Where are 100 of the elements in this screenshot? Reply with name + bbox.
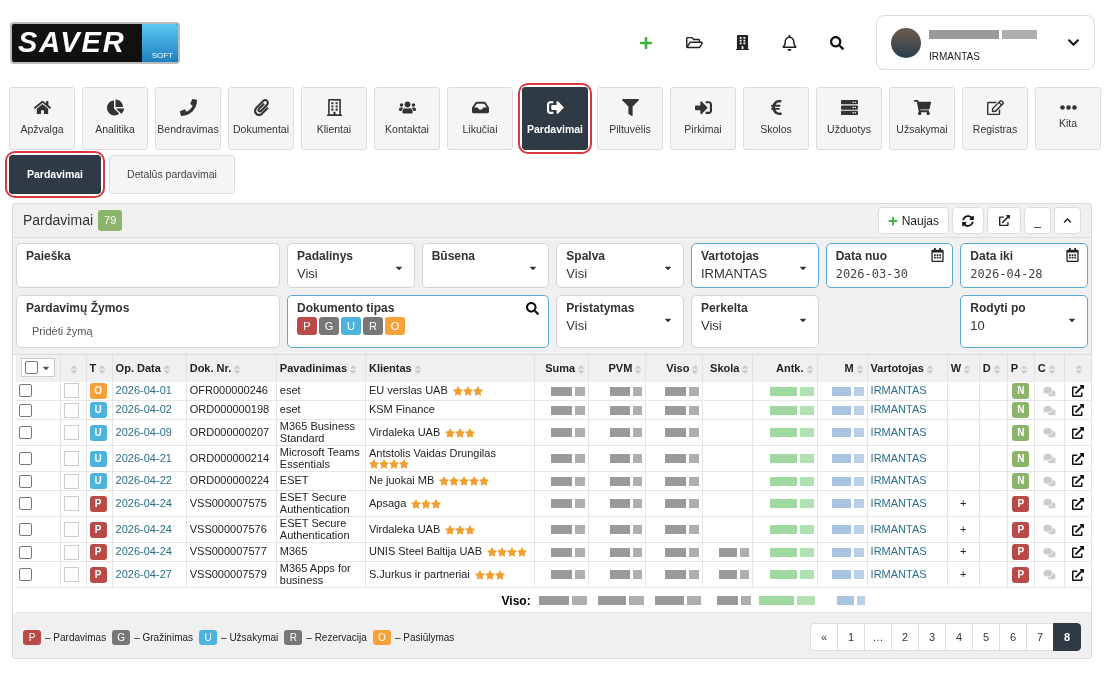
external-link-icon[interactable] [1071, 497, 1084, 510]
filter-field[interactable]: Padalinys Visi [287, 243, 415, 288]
nav-tab[interactable]: Kontaktai [374, 87, 440, 150]
page-link[interactable]: 4 [945, 623, 973, 651]
checkbox[interactable] [19, 426, 32, 439]
column-header[interactable]: D [982, 362, 991, 374]
user-link[interactable]: IRMANTAS [870, 451, 927, 464]
nav-tab[interactable]: Piltuvėlis [597, 87, 663, 150]
date-link[interactable]: 2026-04-24 [115, 522, 172, 535]
collapse-button[interactable] [1054, 207, 1081, 234]
user-link[interactable]: IRMANTAS [870, 425, 927, 438]
sort-icon[interactable] [1020, 363, 1029, 375]
column-header[interactable]: C [1037, 362, 1046, 374]
checkbox[interactable] [24, 361, 38, 374]
user-link[interactable]: IRMANTAS [870, 474, 927, 487]
search-icon[interactable] [526, 302, 540, 315]
sort-icon[interactable] [349, 363, 358, 375]
external-link-icon[interactable] [1071, 426, 1084, 439]
refresh-button[interactable] [952, 207, 984, 234]
checkbox[interactable] [63, 473, 79, 489]
column-header[interactable]: Antk. [776, 362, 804, 374]
sub-tab[interactable]: Pardavimai [9, 155, 102, 194]
comments-icon[interactable] [1042, 453, 1056, 465]
chevron-down-icon[interactable] [1067, 36, 1080, 49]
sort-icon[interactable] [925, 363, 934, 375]
external-link-icon[interactable] [1071, 546, 1084, 559]
external-link-icon[interactable] [1071, 404, 1084, 417]
sort-icon[interactable] [634, 363, 643, 375]
sort-icon[interactable] [233, 363, 242, 375]
document-type-badge[interactable]: P [297, 317, 317, 335]
checkbox[interactable] [63, 383, 79, 399]
nav-tab[interactable]: Likučiai [447, 87, 513, 150]
building-icon[interactable] [736, 34, 749, 51]
nav-tab[interactable]: Pirkimai [670, 87, 736, 150]
checkbox[interactable] [63, 544, 79, 560]
page-link[interactable]: 7 [1026, 623, 1054, 651]
sort-icon[interactable] [741, 363, 750, 375]
column-header[interactable]: Suma [545, 362, 576, 374]
page-link[interactable]: 2 [891, 623, 919, 651]
tag-placeholder[interactable]: Pridėti žymą [32, 323, 93, 340]
sort-icon[interactable] [98, 363, 107, 375]
filter-field[interactable]: Data nuo 2026-03-30 [825, 243, 954, 288]
comments-icon[interactable] [1042, 498, 1056, 510]
user-link[interactable]: IRMANTAS [870, 384, 927, 396]
open-external-button[interactable] [987, 207, 1021, 234]
filter-field[interactable]: Rodyti po 10 [960, 295, 1088, 348]
sort-icon[interactable] [805, 363, 814, 375]
user-link[interactable]: IRMANTAS [870, 522, 927, 535]
nav-tab[interactable]: Dokumentai [228, 87, 294, 150]
external-link-icon[interactable] [1071, 568, 1084, 581]
sort-icon[interactable] [992, 363, 1001, 375]
user-link[interactable]: IRMANTAS [870, 545, 927, 558]
comments-icon[interactable] [1042, 385, 1056, 397]
search-icon[interactable] [830, 35, 844, 50]
nav-tab[interactable]: Klientai [301, 87, 367, 150]
checkbox[interactable] [19, 403, 32, 417]
nav-tab[interactable]: Analitika [82, 87, 148, 150]
page-link[interactable]: 8 [1053, 623, 1081, 651]
sort-icon[interactable] [1074, 363, 1083, 375]
filter-field[interactable]: Pardavimų Žymos Pridėti žymą [16, 295, 280, 348]
date-link[interactable]: 2026-04-27 [115, 567, 172, 580]
sort-icon[interactable] [1047, 363, 1056, 375]
date-link[interactable]: 2026-04-22 [115, 474, 172, 487]
checkbox[interactable] [63, 451, 79, 466]
comments-icon[interactable] [1042, 546, 1056, 558]
calendar-icon[interactable] [931, 248, 945, 262]
date-link[interactable]: 2026-04-24 [115, 496, 172, 509]
nav-tab[interactable]: Registras [962, 87, 1028, 150]
column-header[interactable]: Klientas [368, 362, 412, 374]
page-link[interactable]: « [810, 623, 838, 651]
comments-icon[interactable] [1042, 569, 1056, 581]
date-link[interactable]: 2026-04-24 [115, 545, 172, 558]
checkbox[interactable] [19, 452, 32, 465]
page-link[interactable]: … [864, 623, 892, 651]
sort-icon[interactable] [963, 363, 972, 375]
user-link[interactable]: IRMANTAS [870, 403, 927, 416]
calendar-icon[interactable] [1066, 248, 1079, 262]
document-type-badge[interactable]: R [363, 317, 383, 335]
checkbox[interactable] [63, 425, 79, 440]
user-menu[interactable]: IRMANTAS [876, 15, 1095, 70]
filter-field[interactable]: Spalva Visi [556, 243, 684, 288]
date-link[interactable]: 2026-04-02 [115, 403, 172, 416]
column-header[interactable]: W [950, 362, 962, 374]
sub-tab[interactable]: Detalūs pardavimai [109, 155, 235, 194]
logo[interactable]: SAVER SOFT [10, 21, 180, 64]
comments-icon[interactable] [1042, 404, 1056, 416]
date-link[interactable]: 2026-04-01 [115, 384, 172, 396]
column-header[interactable]: Vartotojas [870, 362, 924, 374]
minimize-button[interactable]: _ [1024, 207, 1051, 234]
page-link[interactable]: 1 [837, 623, 865, 651]
checkbox[interactable] [63, 496, 79, 511]
column-header[interactable]: P [1010, 362, 1019, 374]
external-link-icon[interactable] [1071, 475, 1084, 488]
add-icon[interactable] [639, 35, 653, 50]
external-link-icon[interactable] [1071, 523, 1084, 536]
page-link[interactable]: 3 [918, 623, 946, 651]
document-type-badge[interactable]: G [319, 317, 339, 335]
nav-tab[interactable]: Kita [1035, 87, 1101, 150]
sort-icon[interactable] [577, 363, 586, 375]
sort-icon[interactable] [691, 363, 700, 375]
